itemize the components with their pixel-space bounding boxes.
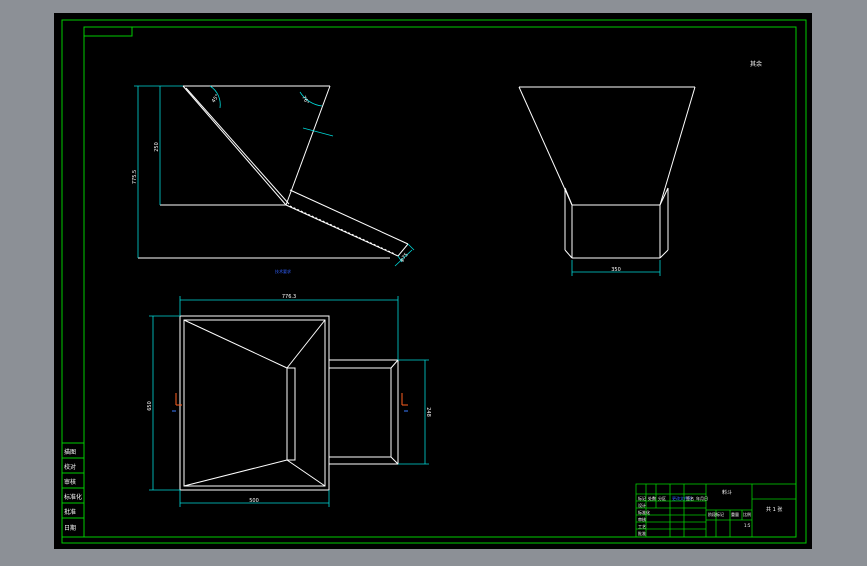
stamp-row-1: 描图 <box>64 448 76 456</box>
top-dim-top: 776.3 <box>282 294 296 300</box>
side-dim-total: 775.5 <box>132 170 138 184</box>
tb-row2-label-5: 批准 <box>638 530 646 536</box>
tb-row-label-6: 年月日 <box>696 495 708 501</box>
stamp-row-5: 批准 <box>64 508 76 516</box>
tb-stage-label: 阶段标记 <box>708 511 724 517</box>
side-dim-height: 250 <box>154 142 160 152</box>
drawing-canvas[interactable]: 描图 校对 审核 标准化 批准 日期 775.5 250 45° 76° φ75… <box>0 0 867 562</box>
top-dim-left: 650 <box>147 401 153 411</box>
tb-row2-label-2: 标准化 <box>638 509 650 515</box>
corner-note: 其余 <box>750 60 762 68</box>
tb-row2-label-1: 设计 <box>638 502 646 508</box>
tb-row2-label-4: 工艺 <box>638 524 646 529</box>
front-dim-bottom: 350 <box>611 267 621 273</box>
paper-background <box>54 13 812 549</box>
tb-row-label-5: 签名 <box>686 495 694 501</box>
stamp-row-2: 校对 <box>64 463 76 471</box>
tb-row-label-2: 处数 <box>648 495 656 501</box>
top-dim-bottom: 500 <box>249 498 259 504</box>
tb-row-label-1: 标记 <box>638 495 646 501</box>
cad-window: 描图 校对 审核 标准化 批准 日期 775.5 250 45° 76° φ75… <box>0 0 867 562</box>
side-view-caption: 技术要求 <box>275 268 291 274</box>
tb-drawing-name: 料斗 <box>722 489 732 496</box>
tb-scale-label: 比例 <box>743 511 751 517</box>
stamp-row-3: 审核 <box>64 478 76 486</box>
tb-sheet-label: 共 1 张 <box>766 506 782 513</box>
tb-row2-label-3: 审核 <box>638 516 646 522</box>
stamp-row-4: 标准化 <box>64 493 82 501</box>
tb-row-label-3: 分区 <box>658 495 666 501</box>
tb-weight-label: 重量 <box>731 511 739 517</box>
top-dim-right: 248 <box>425 407 431 417</box>
stamp-row-6: 日期 <box>64 524 76 532</box>
tb-scale-value: 1:5 <box>744 523 751 528</box>
